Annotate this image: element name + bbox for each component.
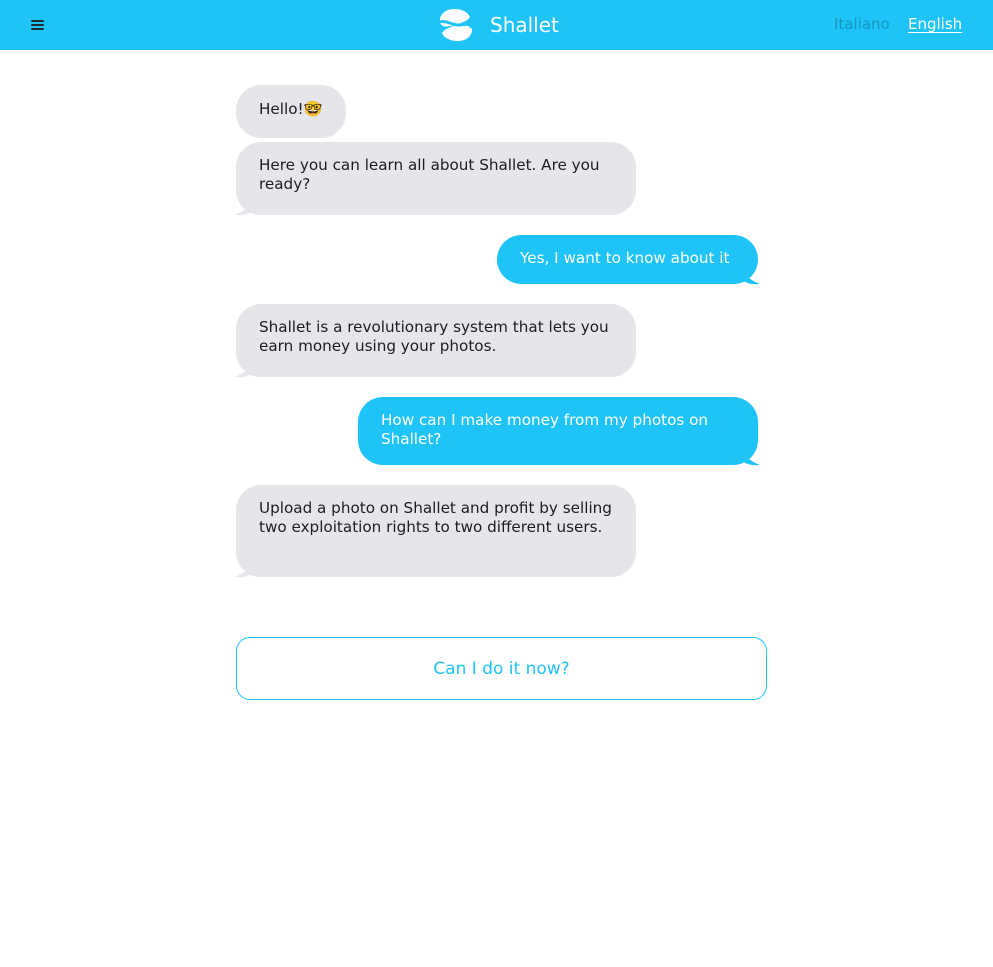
chat-message-bot: Here you can learn all about Shallet. Ar… <box>236 142 636 215</box>
top-bar: Shallet Italiano English <box>0 0 993 50</box>
hamburger-menu-icon[interactable] <box>28 15 48 35</box>
brand[interactable]: Shallet <box>438 8 559 42</box>
reply-option-button[interactable]: Can I do it now? <box>236 637 767 700</box>
brand-name: Shallet <box>490 13 559 37</box>
chat-message-user: How can I make money from my photos on S… <box>358 397 758 465</box>
shallet-logo-icon <box>439 9 474 41</box>
bot-bubble-tail <box>235 362 257 378</box>
chat-message-bot: Upload a photo on Shallet and profit by … <box>236 485 636 577</box>
bot-bubble-tail <box>235 200 257 216</box>
chat-message-user: Yes, I want to know about it <box>497 235 758 284</box>
message-text: Yes, I want to know about it <box>520 249 730 267</box>
message-text: Shallet is a revolutionary system that l… <box>259 318 609 355</box>
language-english-link[interactable]: English <box>908 15 962 33</box>
message-text: Hello!🤓 <box>259 100 323 118</box>
chat-message-bot: Hello!🤓 <box>236 85 346 138</box>
user-bubble-tail <box>738 269 760 285</box>
message-text: How can I make money from my photos on S… <box>381 411 709 448</box>
reply-option-label: Can I do it now? <box>433 658 570 679</box>
user-bubble-tail <box>738 450 760 466</box>
message-text: Upload a photo on Shallet and profit by … <box>259 499 612 536</box>
language-italiano-link[interactable]: Italiano <box>834 15 890 33</box>
message-text: Here you can learn all about Shallet. Ar… <box>259 156 600 193</box>
bot-bubble-tail <box>235 562 257 578</box>
chat-message-bot: Shallet is a revolutionary system that l… <box>236 304 636 377</box>
